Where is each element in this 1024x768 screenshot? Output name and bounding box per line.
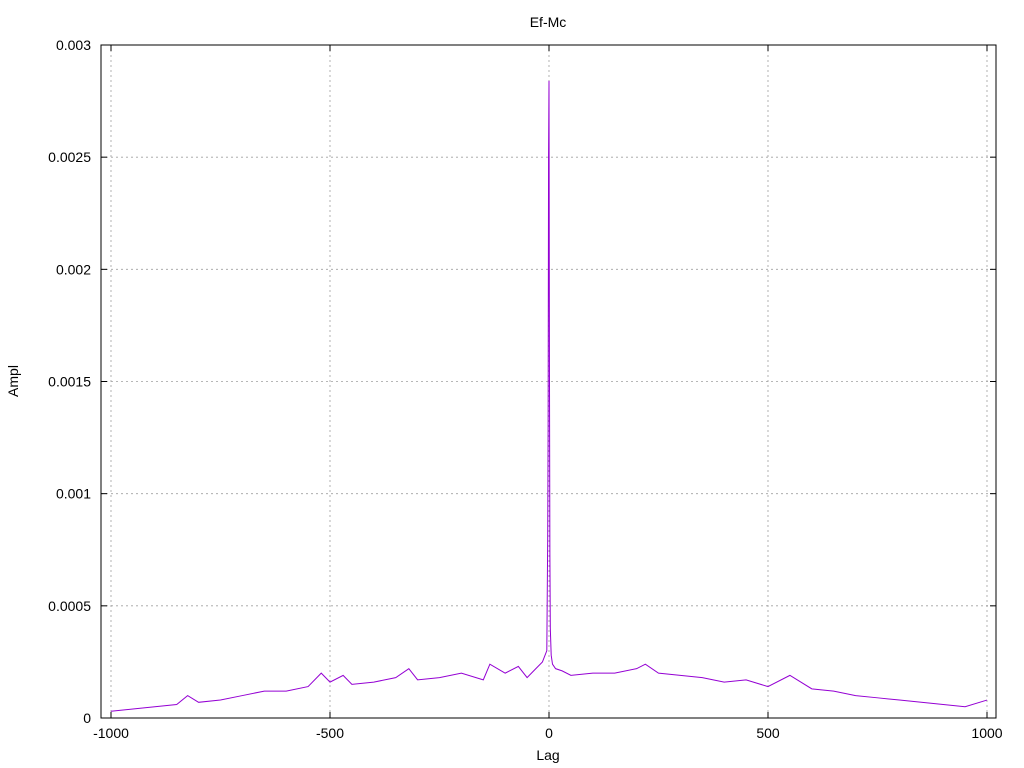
chart-title: Ef-Mc (530, 14, 567, 30)
x-tick-label: -500 (316, 725, 344, 741)
x-tick-label: 1000 (971, 725, 1002, 741)
y-tick-label: 0.003 (56, 37, 91, 53)
y-tick-label: 0.001 (56, 486, 91, 502)
x-axis-label: Lag (536, 747, 559, 763)
x-tick-labels: -1000 -500 0 500 1000 (93, 725, 1003, 741)
y-tick-label: 0.0025 (48, 149, 91, 165)
y-tick-label: 0.0015 (48, 374, 91, 390)
chart: -1000 -500 0 500 1000 0 0.0005 0.001 0.0015 0.00… (5, 14, 1003, 763)
y-tick-label: 0 (83, 710, 91, 726)
x-tick-label: 0 (545, 725, 553, 741)
y-tick-label: 0.0005 (48, 598, 91, 614)
y-axis-label: Ampl (5, 365, 21, 397)
y-tick-label: 0.002 (56, 261, 91, 277)
x-tick-label: -1000 (93, 725, 129, 741)
y-tick-labels: 0 0.0005 0.001 0.0015 0.002 0.0025 0.003 (48, 37, 91, 726)
x-tick-label: 500 (756, 725, 780, 741)
